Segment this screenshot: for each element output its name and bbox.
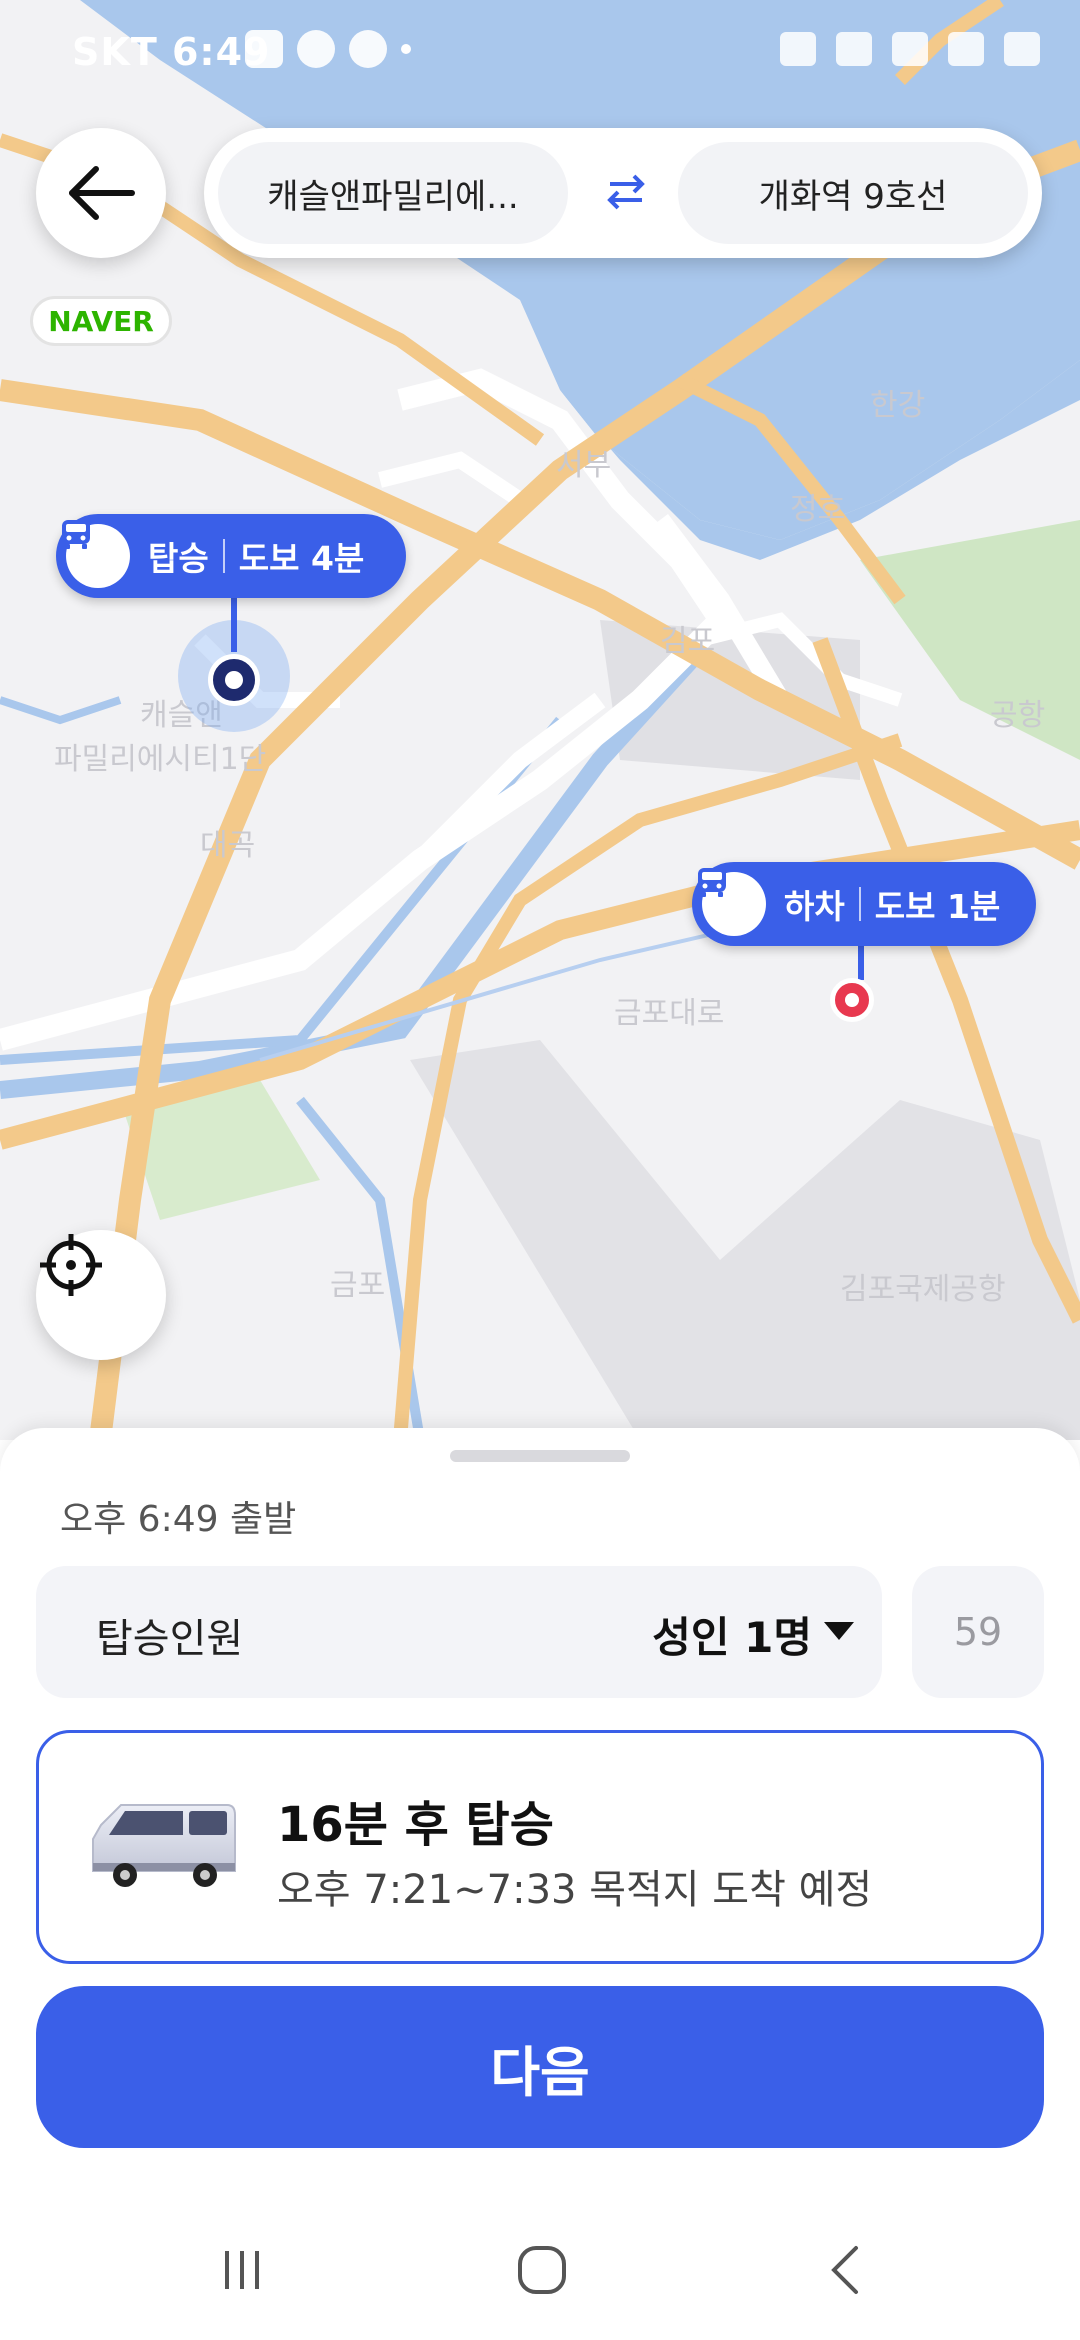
bus-icon (62, 520, 130, 588)
sheet-drag-handle[interactable] (450, 1450, 630, 1462)
back-button[interactable] (36, 128, 166, 258)
destination-field[interactable]: 개화역 9호선 (678, 142, 1028, 244)
map-label: 서부 (556, 448, 612, 483)
bus-icon (698, 868, 766, 936)
locate-icon (40, 1234, 102, 1296)
ride-title: 16분 후 탑승 (277, 1797, 554, 1853)
swap-icon (607, 174, 645, 210)
pickup-type: 탑승 (148, 539, 209, 578)
dropoff-label[interactable]: 하차 도보 1분 (692, 862, 1036, 946)
passenger-selector[interactable]: 탑승인원 성인 1명 (36, 1566, 882, 1698)
swap-button[interactable] (596, 162, 656, 222)
origin-field[interactable]: 캐슬앤파밀리에... (218, 142, 568, 244)
signal-icon (948, 32, 984, 66)
naver-logo: NAVER (30, 296, 172, 346)
nav-back-button[interactable] (806, 2230, 886, 2310)
back-arrow-icon (69, 166, 135, 220)
status-bar: SKT 6:49 (0, 0, 1080, 110)
home-button[interactable] (502, 2230, 582, 2310)
notification-app-icon (245, 30, 283, 68)
more-notifications-dot (401, 44, 411, 54)
route-bar: 캐슬앤파밀리에... 개화역 9호선 (204, 128, 1042, 258)
location-icon (836, 32, 872, 66)
dropoff-pin[interactable] (830, 978, 874, 1022)
dropoff-type: 하차 (784, 887, 845, 926)
pickup-pin-stem (231, 596, 237, 652)
map-label: 김포 (660, 624, 716, 659)
passenger-label: 탑승인원 (96, 1616, 244, 1662)
notification-app-icon (349, 30, 387, 68)
mute-icon (780, 32, 816, 66)
dropoff-walk-time: 도보 1분 (874, 887, 1001, 926)
wifi-icon (892, 32, 928, 66)
pickup-label[interactable]: 탑승 도보 4분 (56, 514, 406, 598)
pickup-walk-time: 도보 4분 (238, 539, 365, 578)
recent-apps-icon (225, 2251, 259, 2289)
pickup-pin[interactable] (208, 654, 260, 706)
notification-cup-icon (297, 30, 335, 68)
status-carrier-time: SKT 6:49 (72, 30, 271, 74)
map-label: 대곡 (200, 828, 256, 863)
map-label: 공항 (990, 698, 1046, 733)
home-icon (518, 2246, 566, 2294)
system-nav-bar (0, 2210, 1080, 2320)
van-icon (92, 1804, 236, 1887)
map-label: 금포대로 (614, 996, 725, 1031)
bottom-sheet: 오후 6:49 출발 탑승인원 성인 1명 59 16분 후 탑승 오후 7:2… (0, 1428, 1080, 2340)
map-label: 한강 (870, 388, 926, 423)
notification-icons (245, 30, 411, 68)
divider (222, 539, 225, 573)
next-button[interactable]: 다음 (36, 1986, 1044, 2148)
dropoff-pin-stem (858, 940, 864, 980)
recent-apps-button[interactable] (202, 2230, 282, 2310)
ride-option-card[interactable]: 16분 후 탑승 오후 7:21~7:33 목적지 도착 예정 (36, 1730, 1044, 1964)
map-label: 김포국제공항 (840, 1272, 1006, 1307)
current-location-button[interactable] (36, 1230, 166, 1360)
seat-count[interactable]: 59 (912, 1566, 1044, 1698)
map-label: 정호 (790, 492, 846, 527)
back-icon (831, 2246, 858, 2294)
passenger-value: 성인 1명 (652, 1613, 812, 1662)
divider (858, 887, 861, 921)
departure-time: 오후 6:49 출발 (60, 1499, 297, 1540)
system-icons (780, 32, 1040, 66)
ride-eta: 오후 7:21~7:33 목적지 도착 예정 (277, 1867, 873, 1913)
chevron-down-icon (824, 1622, 854, 1640)
map-label: 파밀리에시티1단 (54, 742, 267, 777)
map-label: 금포 (330, 1268, 386, 1303)
battery-icon (1004, 32, 1040, 66)
